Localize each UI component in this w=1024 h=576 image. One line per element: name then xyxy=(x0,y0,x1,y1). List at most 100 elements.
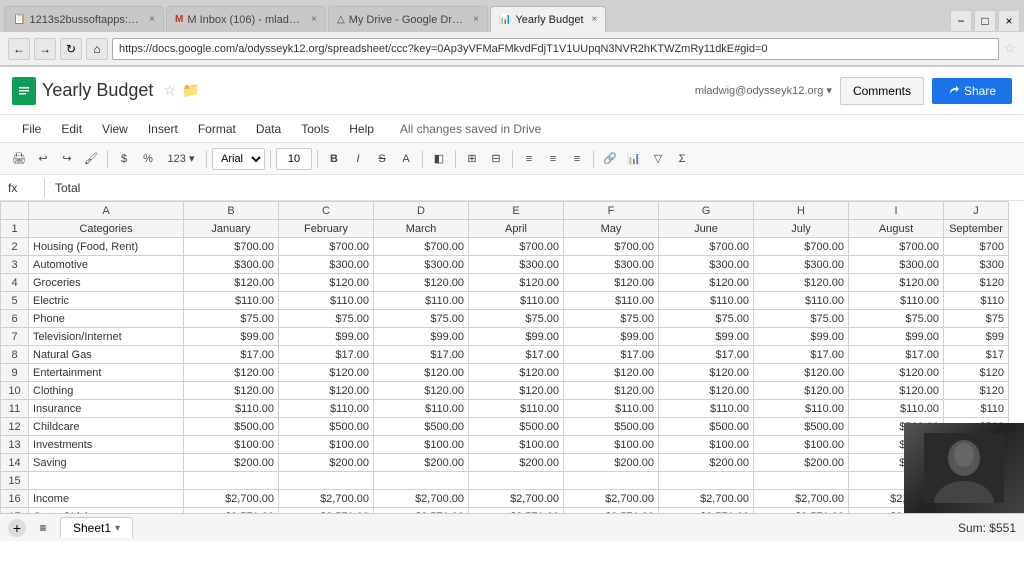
cell-7-1[interactable]: $99.00 xyxy=(184,328,279,346)
cell-1-0[interactable]: Categories xyxy=(29,220,184,238)
menu-edit[interactable]: Edit xyxy=(51,118,92,140)
tab-gmail[interactable]: M M Inbox (106) - mladwig@ody... × xyxy=(166,6,326,32)
cell-11-2[interactable]: $110.00 xyxy=(279,400,374,418)
cell-1-8[interactable]: August xyxy=(849,220,944,238)
cell-7-8[interactable]: $99.00 xyxy=(849,328,944,346)
cell-2-2[interactable]: $700.00 xyxy=(279,238,374,256)
cell-3-7[interactable]: $300.00 xyxy=(754,256,849,274)
cell-6-3[interactable]: $75.00 xyxy=(374,310,469,328)
cell-14-7[interactable]: $200.00 xyxy=(754,454,849,472)
tab-close-1[interactable]: × xyxy=(149,14,155,25)
cell-4-5[interactable]: $120.00 xyxy=(564,274,659,292)
cell-1-6[interactable]: June xyxy=(659,220,754,238)
sheet-list-button[interactable]: ≡ xyxy=(34,519,52,537)
align-right-button[interactable]: ≡ xyxy=(566,148,588,170)
cell-9-5[interactable]: $120.00 xyxy=(564,364,659,382)
cell-3-2[interactable]: $300.00 xyxy=(279,256,374,274)
cell-2-4[interactable]: $700.00 xyxy=(469,238,564,256)
cell-9-1[interactable]: $120.00 xyxy=(184,364,279,382)
cell-6-6[interactable]: $75.00 xyxy=(659,310,754,328)
cell-10-2[interactable]: $120.00 xyxy=(279,382,374,400)
cell-9-8[interactable]: $120.00 xyxy=(849,364,944,382)
cell-10-1[interactable]: $120.00 xyxy=(184,382,279,400)
cell-11-6[interactable]: $110.00 xyxy=(659,400,754,418)
cell-6-9[interactable]: $75 xyxy=(944,310,1009,328)
refresh-button[interactable]: ↻ xyxy=(60,38,82,60)
back-button[interactable]: ← xyxy=(8,38,30,60)
cell-11-8[interactable]: $110.00 xyxy=(849,400,944,418)
cell-11-4[interactable]: $110.00 xyxy=(469,400,564,418)
cell-3-1[interactable]: $300.00 xyxy=(184,256,279,274)
cell-7-2[interactable]: $99.00 xyxy=(279,328,374,346)
menu-data[interactable]: Data xyxy=(246,118,291,140)
cell-5-6[interactable]: $110.00 xyxy=(659,292,754,310)
add-sheet-button[interactable]: + xyxy=(8,519,26,537)
cell-16-6[interactable]: $2,700.00 xyxy=(659,490,754,508)
cell-3-9[interactable]: $300 xyxy=(944,256,1009,274)
cell-11-1[interactable]: $110.00 xyxy=(184,400,279,418)
cell-6-5[interactable]: $75.00 xyxy=(564,310,659,328)
cell-13-5[interactable]: $100.00 xyxy=(564,436,659,454)
filter-button[interactable]: ▽ xyxy=(647,148,669,170)
col-header-g[interactable]: G xyxy=(659,202,754,220)
col-header-h[interactable]: H xyxy=(754,202,849,220)
tab-yearly-budget[interactable]: 📊 Yearly Budget × xyxy=(490,6,606,32)
cell-11-7[interactable]: $110.00 xyxy=(754,400,849,418)
row-number-16[interactable]: 16 xyxy=(1,490,29,508)
row-number-1[interactable]: 1 xyxy=(1,220,29,238)
cell-6-7[interactable]: $75.00 xyxy=(754,310,849,328)
cell-13-4[interactable]: $100.00 xyxy=(469,436,564,454)
cell-7-7[interactable]: $99.00 xyxy=(754,328,849,346)
cell-4-6[interactable]: $120.00 xyxy=(659,274,754,292)
cell-1-3[interactable]: March xyxy=(374,220,469,238)
text-color-button[interactable]: A xyxy=(395,148,417,170)
cell-15-1[interactable] xyxy=(184,472,279,490)
undo-button[interactable]: ↩ xyxy=(32,148,54,170)
row-number-9[interactable]: 9 xyxy=(1,364,29,382)
cell-4-9[interactable]: $120 xyxy=(944,274,1009,292)
cell-2-8[interactable]: $700.00 xyxy=(849,238,944,256)
cell-5-2[interactable]: $110.00 xyxy=(279,292,374,310)
merge-cells-button[interactable]: ⊟ xyxy=(485,148,507,170)
cell-7-6[interactable]: $99.00 xyxy=(659,328,754,346)
cell-10-9[interactable]: $120 xyxy=(944,382,1009,400)
col-header-j[interactable]: J xyxy=(944,202,1009,220)
borders-button[interactable]: ⊞ xyxy=(461,148,483,170)
cell-15-2[interactable] xyxy=(279,472,374,490)
col-header-b[interactable]: B xyxy=(184,202,279,220)
row-number-12[interactable]: 12 xyxy=(1,418,29,436)
user-email[interactable]: mladwig@odysseyk12.org ▾ xyxy=(695,84,832,97)
home-button[interactable]: ⌂ xyxy=(86,38,108,60)
cell-14-4[interactable]: $200.00 xyxy=(469,454,564,472)
col-header-f[interactable]: F xyxy=(564,202,659,220)
cell-7-9[interactable]: $99 xyxy=(944,328,1009,346)
cell-14-0[interactable]: Saving xyxy=(29,454,184,472)
cell-9-2[interactable]: $120.00 xyxy=(279,364,374,382)
tab-close-2[interactable]: × xyxy=(311,14,317,25)
cell-10-6[interactable]: $120.00 xyxy=(659,382,754,400)
cell-14-2[interactable]: $200.00 xyxy=(279,454,374,472)
col-header-c[interactable]: C xyxy=(279,202,374,220)
row-number-14[interactable]: 14 xyxy=(1,454,29,472)
cell-5-7[interactable]: $110.00 xyxy=(754,292,849,310)
cell-11-9[interactable]: $110 xyxy=(944,400,1009,418)
address-bar[interactable] xyxy=(112,38,999,60)
share-button[interactable]: Share xyxy=(932,78,1012,104)
cell-8-4[interactable]: $17.00 xyxy=(469,346,564,364)
tab-close-4[interactable]: × xyxy=(592,14,598,25)
cell-13-3[interactable]: $100.00 xyxy=(374,436,469,454)
fill-color-button[interactable]: ◧ xyxy=(428,148,450,170)
cell-3-3[interactable]: $300.00 xyxy=(374,256,469,274)
cell-13-6[interactable]: $100.00 xyxy=(659,436,754,454)
cell-1-2[interactable]: February xyxy=(279,220,374,238)
cell-5-3[interactable]: $110.00 xyxy=(374,292,469,310)
cell-7-5[interactable]: $99.00 xyxy=(564,328,659,346)
bookmark-icon[interactable]: ☆ xyxy=(1003,40,1016,57)
tab-1213s2[interactable]: 📋 1213s2bussoftapps: Assignr... × xyxy=(4,6,164,32)
cell-13-0[interactable]: Investments xyxy=(29,436,184,454)
font-size-input[interactable] xyxy=(276,148,312,170)
title-star-icon[interactable]: ☆ xyxy=(163,82,176,99)
redo-button[interactable]: ↪ xyxy=(56,148,78,170)
cell-2-5[interactable]: $700.00 xyxy=(564,238,659,256)
cell-9-4[interactable]: $120.00 xyxy=(469,364,564,382)
